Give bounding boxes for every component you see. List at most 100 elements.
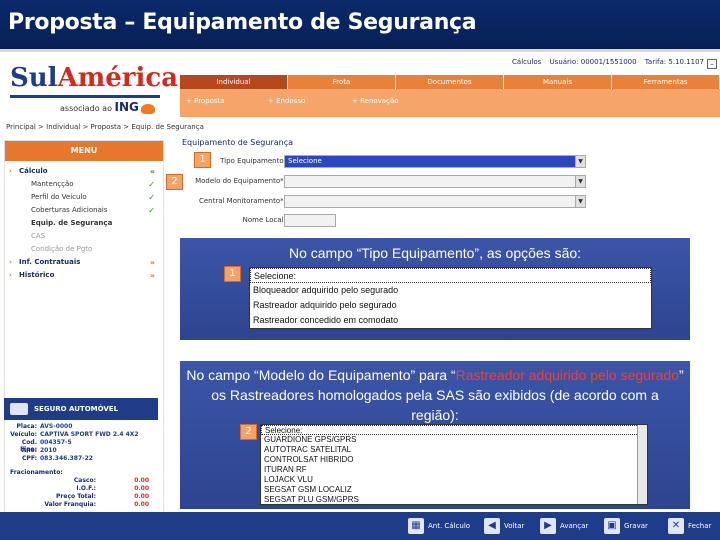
central-monitoramento-select[interactable]: ▼: [284, 195, 586, 208]
tab-individual[interactable]: Individual: [180, 75, 288, 89]
tarifa-info: Tarifa: 5.10.1107: [644, 58, 704, 66]
scrollbar[interactable]: [637, 425, 647, 504]
menu-item-equip-seguranca[interactable]: Equip. de Segurança: [5, 217, 163, 230]
gravar-button[interactable]: ▣ Gravar: [604, 518, 648, 534]
menu-item-label: Inf. Contratuais: [19, 258, 81, 266]
button-label: Avançar: [560, 522, 589, 530]
listbox-option[interactable]: Selecione:: [261, 425, 647, 435]
listbox-option[interactable]: CONTROLSAT HIBRIDO: [261, 455, 647, 465]
price-row: Fracionamento:: [4, 469, 158, 477]
price-value: 0.00: [134, 501, 149, 508]
vehicle-key: Placa:: [16, 423, 37, 430]
vehicle-value: 083.346.387-22: [40, 455, 93, 462]
menu-item-cas[interactable]: CAS: [5, 230, 163, 243]
tab-frota[interactable]: Frota: [288, 75, 396, 89]
brand-part-b: América: [57, 63, 179, 93]
menu-item-label: Coberturas Adicionais: [31, 206, 108, 214]
listbox-option[interactable]: AUTOTRAC SATELITAL: [261, 445, 647, 455]
sub-nav: + Proposta + Endosso + Renovação: [180, 89, 720, 117]
price-value: 0.00: [134, 493, 149, 500]
vehicle-value: 004357-5: [40, 439, 72, 446]
listbox-option[interactable]: GUARDIONE GPS/GPRS: [261, 435, 647, 445]
vehicle-key: Cod. Fipe:: [20, 439, 37, 453]
user-info: Usuário: 00001/1551000: [549, 58, 637, 66]
bullet-icon: ›: [9, 167, 12, 175]
car-icon: [10, 403, 28, 415]
price-row: I.O.F.: 0.00: [4, 485, 158, 493]
price-value: 0.00: [134, 477, 149, 484]
subnav-endosso[interactable]: + Endosso: [268, 97, 305, 105]
subnav-proposta[interactable]: + Proposta: [186, 97, 225, 105]
logo: SulAmérica associado ao ING: [0, 55, 178, 117]
row-tipo-equipamento: Tipo Equipamento: Selecione ▼: [178, 155, 598, 169]
menu-item-calculo[interactable]: › Cálculo «: [5, 165, 163, 178]
menu-item-label: Cálculo: [19, 167, 48, 175]
menu-item-label: Perfil do Veículo: [31, 193, 87, 201]
menu-item-label: Equip. de Segurança: [31, 219, 113, 227]
vehicle-key: Veículo:: [10, 431, 37, 438]
tab-manuais[interactable]: Manuais: [504, 75, 612, 89]
listbox-option[interactable]: SEGSAT PLU GSM/GPRS: [261, 495, 647, 505]
field-label: Modelo do Equipamento*:: [195, 177, 286, 185]
vehicle-key: CPF:: [22, 455, 37, 462]
fechar-button[interactable]: ✕ Fechar: [668, 518, 711, 534]
vehicle-summary: Placa: AVS-0000 Veículo: CAPTIVA SPORT FWD…: [4, 423, 158, 509]
modelo-equipamento-select[interactable]: ▼: [284, 175, 586, 188]
vehicle-key: Ano:: [21, 447, 37, 454]
menu-item-label: CAS: [31, 232, 46, 240]
voltar-button[interactable]: ◀ Voltar: [484, 518, 524, 534]
listbox-option[interactable]: ITURAN RF: [261, 465, 647, 475]
menu-item-label: Mantençção: [31, 180, 74, 188]
app-window: SulAmérica associado ao ING Cálculos Usu…: [0, 55, 720, 540]
save-icon: ▣: [604, 518, 620, 534]
listbox-option[interactable]: Bloqueador adquirido pelo segurado: [250, 283, 651, 298]
menu-item-coberturas[interactable]: Coberturas Adicionais ✓: [5, 204, 163, 217]
minimize-icon[interactable]: –: [707, 59, 717, 69]
price-key: Casco:: [73, 477, 96, 484]
vehicle-value: 2010: [40, 447, 57, 454]
listbox-option[interactable]: Rastreador concedido em comodato: [250, 313, 651, 328]
listbox-option[interactable]: LOJACK VLU: [261, 475, 647, 485]
tipo-equipamento-listbox[interactable]: Selecione: Bloqueador adquirido pelo seg…: [249, 267, 652, 329]
price-row: Preço Total: 0.00: [4, 493, 158, 501]
ant-calculo-button[interactable]: ▦ Ant. Cálculo: [408, 518, 470, 534]
menu-item-perfil[interactable]: Perfil do Veículo ✓: [5, 191, 163, 204]
equipment-form: Equipamento de Segurança Tipo Equipament…: [178, 133, 718, 233]
price-key: Valor Franquia:: [44, 501, 96, 508]
modelo-equipamento-listbox[interactable]: Selecione: GUARDIONE GPS/GPRS AUTOTRAC S…: [260, 424, 648, 505]
listbox-option[interactable]: Rastreador adquirido pelo segurado: [250, 298, 651, 313]
expand-icon: »: [149, 258, 155, 267]
arrow-right-icon: ▶: [540, 518, 556, 534]
menu-item-manutencao[interactable]: Mantençção ✓: [5, 178, 163, 191]
row-central-monitoramento: Central Monitoramento*: ▼: [178, 195, 598, 209]
chevron-down-icon[interactable]: ▼: [575, 156, 585, 167]
menu-item-historico[interactable]: › Histórico »: [5, 269, 163, 282]
check-icon: ✓: [148, 193, 155, 202]
button-label: Voltar: [504, 522, 525, 530]
callout-text-part: No campo “Modelo do Equipamento” para “: [186, 367, 456, 383]
tab-documentos[interactable]: Documentos: [396, 75, 504, 89]
row-nome-local: Nome Local:: [178, 214, 598, 228]
avancar-button[interactable]: ▶ Avançar: [540, 518, 588, 534]
logo-subtitle: associado ao ING: [60, 100, 155, 114]
collapse-icon: «: [149, 167, 155, 176]
tipo-equipamento-select[interactable]: Selecione ▼: [284, 155, 586, 168]
tab-ferramentas[interactable]: Ferramentas: [612, 75, 720, 89]
chevron-down-icon[interactable]: ▼: [575, 196, 585, 207]
vehicle-row: Veículo: CAPTIVA SPORT FWD 2.4 4X2: [4, 431, 158, 439]
nome-local-input[interactable]: [284, 214, 336, 227]
form-title: Equipamento de Segurança: [182, 138, 294, 147]
callout-text: No campo “Tipo Equipamento”, as opções s…: [288, 245, 582, 261]
button-label: Gravar: [624, 522, 648, 530]
bullet-icon: ›: [9, 258, 12, 266]
subnav-renovacao[interactable]: + Renovação: [352, 97, 399, 105]
calculos-link[interactable]: Cálculos: [512, 58, 541, 66]
partner-name: ING: [114, 100, 139, 114]
menu-item-contratuais[interactable]: › Inf. Contratuais »: [5, 256, 163, 269]
select-value: Selecione: [288, 157, 322, 165]
chevron-down-icon[interactable]: ▼: [575, 176, 585, 187]
listbox-option[interactable]: SEGSAT GSM LOCALIZ: [261, 485, 647, 495]
menu-item-pagamento[interactable]: Condição de Pgto: [5, 243, 163, 256]
vehicle-row: Placa: AVS-0000: [4, 423, 158, 431]
listbox-option[interactable]: Selecione:: [250, 268, 651, 283]
